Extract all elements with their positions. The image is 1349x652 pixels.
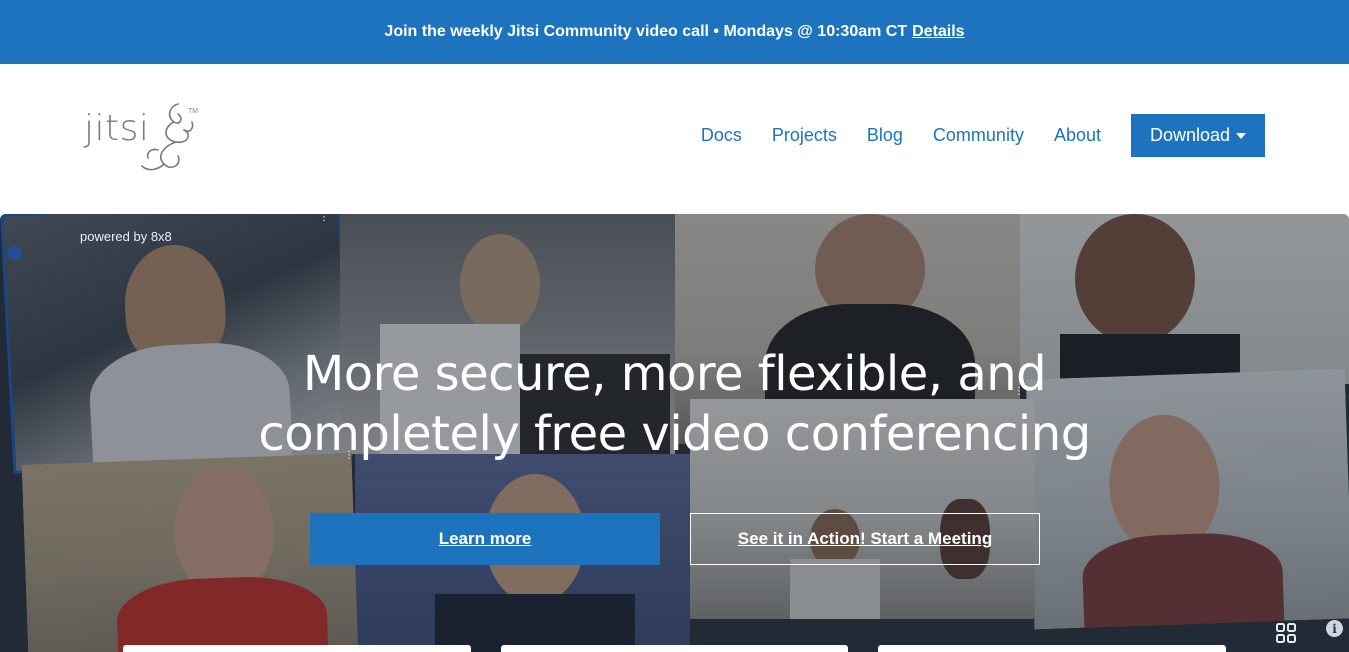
download-label: Download bbox=[1149, 125, 1231, 145]
caret-down-icon bbox=[1236, 132, 1247, 139]
jitsi-logo[interactable]: jitsi TM bbox=[84, 98, 204, 178]
powered-by-label: powered by 8x8 bbox=[80, 229, 172, 244]
announcement-details-link[interactable]: Details bbox=[912, 23, 964, 41]
site-header: jitsi TM Docs Projects Blog Community Ab… bbox=[0, 64, 1349, 214]
hero-title-line-1: More secure, more flexible, and bbox=[302, 346, 1047, 402]
nav-projects[interactable]: Projects bbox=[772, 125, 837, 146]
logo-trademark: TM bbox=[188, 108, 199, 115]
grid-view-icon[interactable] bbox=[1275, 622, 1297, 644]
nav-docs[interactable]: Docs bbox=[701, 125, 742, 146]
announcement-bar: Join the weekly Jitsi Community video ca… bbox=[0, 0, 1349, 64]
announcement-text: Join the weekly Jitsi Community video ca… bbox=[384, 23, 908, 40]
nav-about[interactable]: About bbox=[1054, 125, 1101, 146]
hero-title-line-2: completely free video conferencing bbox=[258, 406, 1091, 462]
feature-card bbox=[123, 645, 471, 652]
info-icon[interactable]: i bbox=[1326, 620, 1343, 637]
hero-section: ⋮ ⋮ ⋮ powered by 8x8 More secure, more f… bbox=[0, 214, 1349, 652]
feature-card bbox=[878, 645, 1226, 652]
learn-more-button[interactable]: Learn more bbox=[310, 513, 660, 565]
nav-blog[interactable]: Blog bbox=[867, 125, 903, 146]
main-nav: Docs Projects Blog Community About Downl… bbox=[701, 114, 1265, 157]
nav-community[interactable]: Community bbox=[933, 125, 1024, 146]
hero-title: More secure, more flexible, and complete… bbox=[0, 344, 1349, 464]
feature-card bbox=[501, 645, 848, 652]
start-meeting-button[interactable]: See it in Action! Start a Meeting bbox=[690, 513, 1040, 565]
jitsi-logo-icon bbox=[141, 103, 194, 171]
download-button[interactable]: Download bbox=[1131, 114, 1265, 157]
tile-menu-dots-icon[interactable]: ⋮ bbox=[319, 214, 329, 223]
